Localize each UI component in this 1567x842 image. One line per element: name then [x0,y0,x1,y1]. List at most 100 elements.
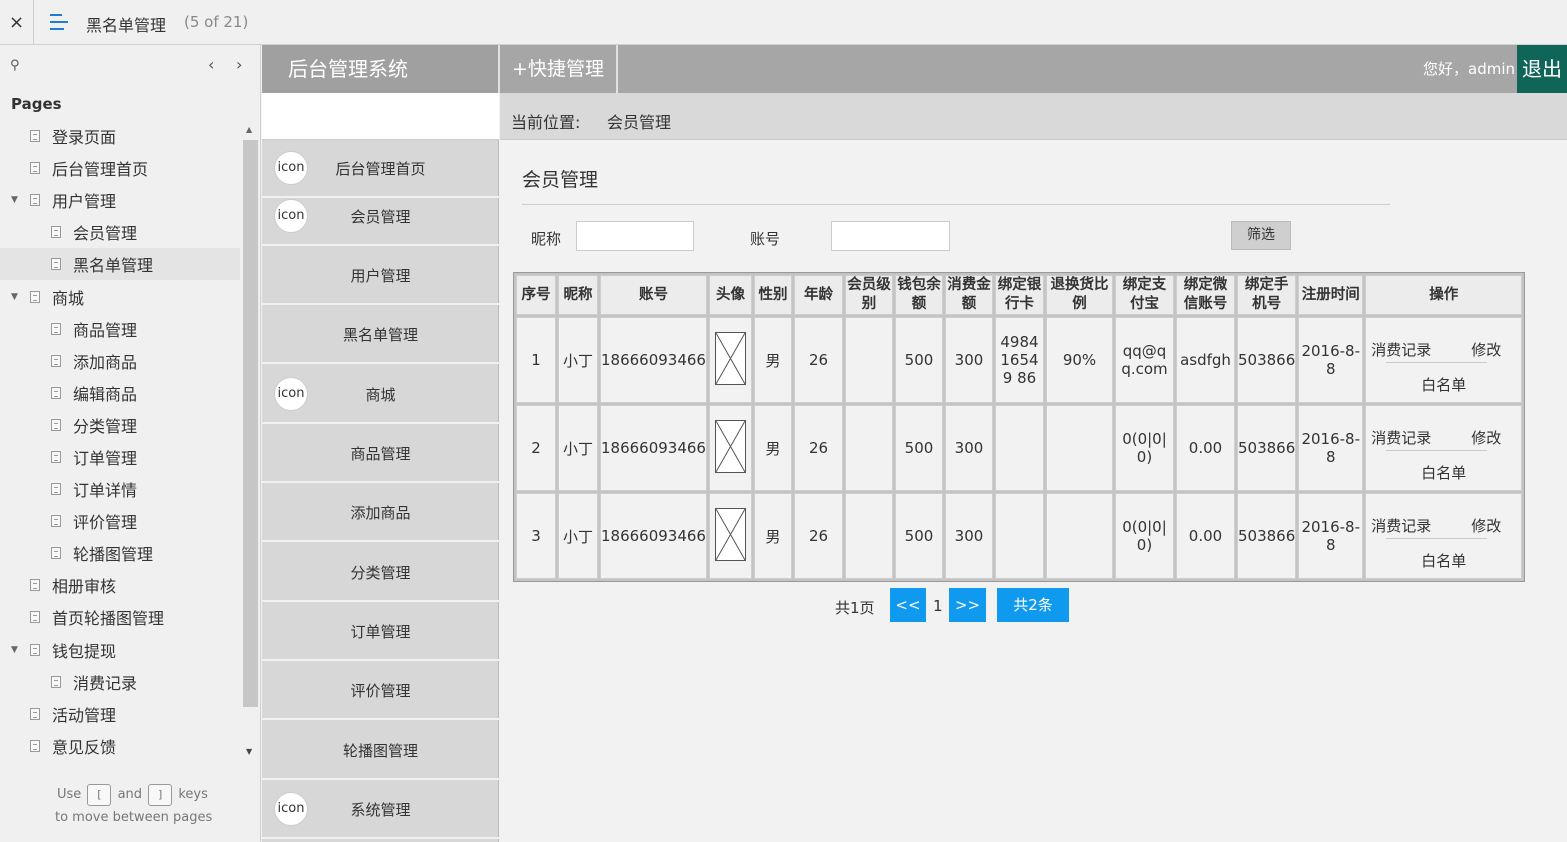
pager-prev-button[interactable]: << [890,588,926,622]
cell-nick: 小丁 [558,405,598,491]
whitelist-link[interactable]: 白名单 [1366,462,1521,483]
filter-button[interactable]: 筛选 [1231,221,1291,250]
expand-arrow-icon[interactable]: ▼ [11,195,18,205]
sitemap-item[interactable]: 分类管理 [0,409,240,441]
nav-item[interactable]: icon 系统管理 [262,781,499,839]
sitemap-item[interactable]: 活动管理 [0,698,240,730]
sitemap-item[interactable]: ▼ 商城 [0,280,240,312]
search-icon[interactable]: ⚲ [10,58,20,73]
nav-item[interactable]: 轮播图管理 [262,722,499,780]
nav-item[interactable]: 分类管理 [262,544,499,602]
column-header: 昵称 [558,275,598,315]
menu-icon[interactable] [50,13,70,31]
divider [1386,538,1488,539]
column-header: 注册时间 [1298,275,1364,315]
section-title: 会员管理 [522,169,599,191]
nav-item[interactable]: 评价管理 [262,662,499,720]
whitelist-link[interactable]: 白名单 [1366,550,1521,571]
sitemap-item[interactable]: 评价管理 [0,505,240,537]
help-keys: keys [178,787,208,802]
sitemap-item-label: 用户管理 [52,192,117,212]
logout-button[interactable]: 退出 [1517,45,1567,93]
edit-link[interactable]: 修改 [1471,515,1501,536]
sitemap-item[interactable]: 相册审核 [0,569,240,601]
nav-item[interactable]: icon 商城 [262,366,499,424]
scroll-down-icon[interactable]: ▼ [246,747,252,756]
expand-arrow-icon[interactable]: ▼ [11,645,18,655]
sitemap-item[interactable]: 订单管理 [0,441,240,473]
nav-item[interactable]: 黑名单管理 [262,306,499,364]
scroll-up-icon[interactable]: ▲ [246,125,252,134]
close-icon[interactable]: × [0,0,34,45]
divider [1386,362,1488,363]
pager-next-button[interactable]: >> [949,588,986,622]
cell-no: 2 [516,405,556,491]
page-icon [51,483,61,496]
records-link[interactable]: 消费记录 [1371,339,1431,360]
page-icon [30,130,40,143]
sitemap-item-label: 相册审核 [52,577,117,597]
chevron-right-icon[interactable]: › [236,55,242,74]
column-header: 年龄 [793,275,843,315]
cell-no: 1 [516,317,556,403]
sitemap-item[interactable]: 编辑商品 [0,377,240,409]
cell-return-ratio [1045,405,1113,491]
nav-item[interactable]: 订单管理 [262,603,499,661]
whitelist-link[interactable]: 白名单 [1366,374,1521,395]
column-header: 会员级别 [844,275,893,315]
nav-item-label: 用户管理 [350,266,411,285]
edit-link[interactable]: 修改 [1471,427,1501,448]
sitemap-item-label: 登录页面 [52,128,117,148]
pager-current-page[interactable]: 1 [933,597,943,615]
chevron-left-icon[interactable]: ‹ [208,55,214,74]
breadcrumb-label: 当前位置: [511,113,581,132]
sitemap-item[interactable]: 黑名单管理 [0,248,240,281]
cell-date: 2016-8-8 [1298,493,1364,579]
sitemap-item[interactable]: ▼ 钱包提现 [0,634,240,666]
nickname-input[interactable] [576,221,694,251]
nav-item-label: 轮播图管理 [342,741,418,760]
nav-item[interactable]: icon 会员管理 [262,188,499,246]
sitemap-item[interactable]: 登录页面 [0,120,240,152]
column-header: 操作 [1365,275,1523,315]
records-link[interactable]: 消费记录 [1371,427,1431,448]
nav-item-label: 黑名单管理 [342,325,418,344]
sitemap-item[interactable]: 后台管理首页 [0,152,240,184]
page-icon [51,418,61,431]
column-header: 绑定支付宝 [1114,275,1174,315]
sitemap-item[interactable]: 首页轮播图管理 [0,601,240,633]
page-icon [51,354,61,367]
sitemap-item[interactable]: ▼ 用户管理 [0,184,240,216]
nav-item[interactable]: 用户管理 [262,247,499,305]
cell-account: 18666093466 [600,405,707,491]
sitemap-item[interactable]: 意见反馈 [0,730,240,762]
edit-link[interactable]: 修改 [1471,339,1501,360]
records-link[interactable]: 消费记录 [1371,515,1431,536]
actions-cell: 消费记录 修改白名单 [1365,493,1523,579]
quick-manage-button[interactable]: +快捷管理 [500,45,618,93]
nav-circle-icon: icon [274,151,308,185]
sitemap-item[interactable]: 轮播图管理 [0,537,240,569]
sitemap-panel: ⚲ ‹ › Pages 登录页面 后台管理首页 ▼ 用户管理 会员管理 黑名单管理 ▼ 商城商… [0,45,261,842]
account-input[interactable] [831,221,950,251]
help-line2: to move between pages [55,810,213,825]
divider [1386,450,1488,451]
sitemap-item[interactable]: 消费记录 [0,666,240,698]
nav-item[interactable]: 商品管理 [262,425,499,483]
cell-nick: 小丁 [558,317,598,403]
sitemap-item-label: 消费记录 [73,673,138,693]
expand-arrow-icon[interactable]: ▼ [11,292,18,302]
sitemap-item-label: 商城 [52,288,85,308]
scrollbar[interactable] [243,140,258,707]
cell-gender: 男 [753,405,792,491]
sitemap-item[interactable]: 订单详情 [0,473,240,505]
sitemap-item-label: 活动管理 [52,705,117,725]
sitemap-item[interactable]: 添加商品 [0,345,240,377]
page-icon [51,386,61,399]
sitemap-item[interactable]: 会员管理 [0,216,240,248]
nav-item[interactable]: 添加商品 [262,484,499,542]
nav-item-label: 评价管理 [350,681,411,700]
sitemap-item[interactable]: 商品管理 [0,313,240,345]
sitemap-item-label: 订单管理 [73,448,138,468]
cell-alipay: 0(0|0|0) [1114,493,1174,579]
